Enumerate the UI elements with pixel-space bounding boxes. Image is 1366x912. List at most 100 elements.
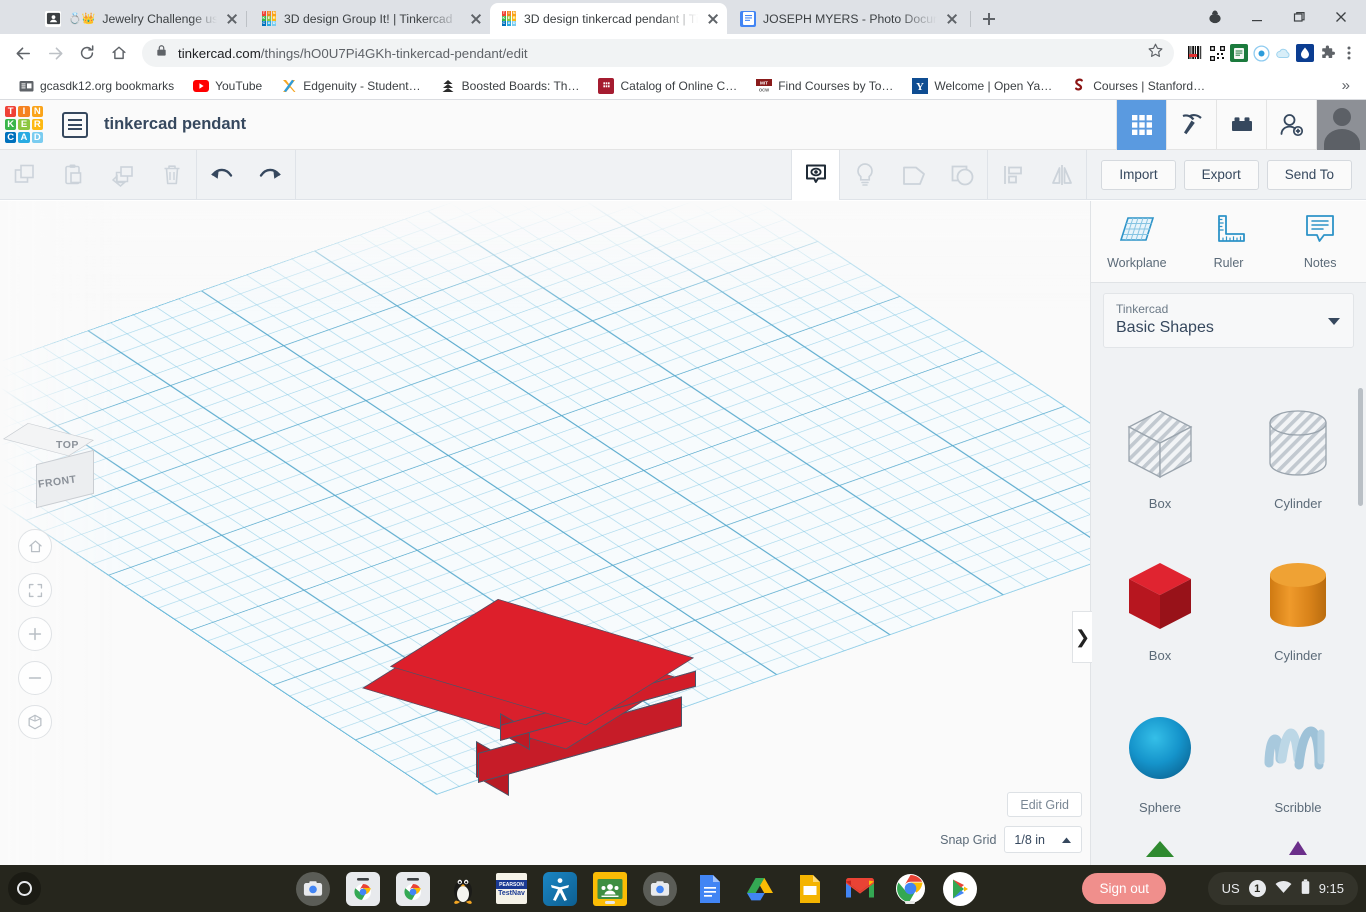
browser-tab-2-close-icon[interactable] [468,11,484,27]
bookmark-item[interactable]: MIT OCW Find Courses by To… [748,75,901,97]
chrome-app-shortcut-icon[interactable] [346,871,380,906]
zoom-out-icon[interactable] [18,661,52,695]
back-arrow-icon[interactable] [8,38,38,68]
puzzle-ext-icon[interactable] [1318,44,1336,62]
3d-viewport[interactable]: TOP FRONT Edit Grid Snap Grid 1/8 in [0,201,1090,865]
minimize-icon[interactable] [1236,0,1278,34]
pendant-object[interactable] [362,593,700,797]
home-icon[interactable] [104,38,134,68]
pearson-testnav-icon[interactable]: PEARSON TestNav [496,873,527,904]
group-icon[interactable] [889,150,938,200]
shape-item-scribble[interactable]: Scribble [1229,680,1366,832]
google-drive-icon[interactable] [743,872,777,906]
notes-tool[interactable]: Notes [1274,201,1366,282]
export-button[interactable]: Export [1183,159,1259,190]
snap-grid-select[interactable]: 1/8 in [1004,826,1082,853]
undo-icon[interactable] [197,150,246,200]
chrome-icon[interactable] [893,872,927,906]
shape-item-hole-cylinder[interactable]: Cylinder [1229,376,1366,528]
view-cube[interactable]: TOP FRONT [2,423,104,509]
home-view-icon[interactable] [18,529,52,563]
paste-icon[interactable] [49,150,98,200]
edit-grid-button[interactable]: Edit Grid [1007,792,1082,817]
bookmark-item[interactable]: Courses | Stanford… [1063,75,1213,97]
camera-2-icon[interactable] [643,871,677,906]
shape-item-roof-green[interactable] [1091,832,1229,862]
browser-tab-2[interactable]: TIN KER CAD 3D design Group It! | Tinker… [250,3,490,34]
chrome-app-shortcut-2-icon[interactable] [396,871,430,906]
duplicate-icon[interactable] [98,150,147,200]
sign-out-button[interactable]: Sign out [1082,873,1166,904]
bookmarks-overflow-button[interactable]: » [1336,77,1356,94]
lightbulb-icon[interactable] [840,150,889,200]
linux-penguin-icon[interactable] [446,872,480,906]
barcode-ext-icon[interactable] [1186,44,1204,62]
project-list-icon[interactable] [62,111,88,138]
browser-tab-3-close-icon[interactable] [705,11,721,27]
delete-icon[interactable] [147,150,196,200]
maximize-icon[interactable] [1278,0,1320,34]
shape-item-roof-purple[interactable] [1229,832,1366,862]
blue-diamond-ext-icon[interactable] [1296,44,1314,62]
shape-item-sphere[interactable]: Sphere [1091,680,1229,832]
add-person-icon[interactable] [1266,99,1316,150]
google-docs-icon[interactable] [693,872,727,906]
bookmark-item[interactable]: Edgenuity - Student… [273,75,428,97]
zoom-in-icon[interactable] [18,617,52,651]
avatar[interactable] [1316,99,1366,150]
camera-app-icon[interactable] [296,871,330,906]
lego-brick-icon[interactable] [1216,99,1266,150]
3d-design-grid-icon[interactable] [1116,99,1166,150]
bookmark-item[interactable]: YouTube [185,75,270,97]
mirror-icon[interactable] [1037,150,1086,200]
bookmark-star-icon[interactable] [1147,42,1164,64]
blue-circle-ext-icon[interactable] [1252,44,1270,62]
shape-item-hole-box[interactable]: Box [1091,376,1229,528]
address-bar[interactable]: tinkercad.com/things/hO0U7Pi4GKh-tinkerc… [142,39,1174,67]
shape-library-select[interactable]: Tinkercad Basic Shapes [1103,293,1354,348]
fit-to-view-icon[interactable] [18,573,52,607]
chrome-menu-icon[interactable] [1340,44,1358,62]
perspective-toggle-icon[interactable] [18,705,52,739]
browser-tab-3[interactable]: TIN KER CAD 3D design tinkercad pendant … [490,3,727,34]
qr-code-ext-icon[interactable] [1208,44,1226,62]
browser-tab-1-close-icon[interactable] [224,11,240,27]
close-icon[interactable] [1320,0,1362,34]
browser-tab-4[interactable]: JOSEPH MYERS - Photo Docume [729,3,966,34]
shape-item-solid-box[interactable]: Box [1091,528,1229,680]
reload-icon[interactable] [72,38,102,68]
cloud-ext-icon[interactable] [1274,44,1292,62]
import-button[interactable]: Import [1101,159,1176,190]
forward-arrow-icon[interactable] [40,38,70,68]
status-tray[interactable]: US 1 9:15 [1207,872,1358,905]
show-hide-eye-icon[interactable] [791,149,841,200]
panel-collapse-button[interactable]: ❯ [1072,611,1092,663]
tinkercad-logo[interactable]: T I N K E R C A D [0,101,48,149]
shape-item-solid-cylinder[interactable]: Cylinder [1229,528,1366,680]
bookmark-item[interactable]: Boosted Boards: Th… [432,75,588,97]
redo-icon[interactable] [246,150,295,200]
ungroup-icon[interactable] [938,150,987,200]
green-doc-ext-icon[interactable] [1230,44,1248,62]
shape-list[interactable]: Box Cylinder Box Cylinder Sphere Scribbl… [1091,376,1366,865]
launcher-icon[interactable] [8,872,41,905]
incognito-icon[interactable] [1194,0,1236,34]
bookmark-item[interactable]: gcasdk12.org bookmarks [10,75,182,97]
bookmark-item[interactable]: Y Welcome | Open Ya… [904,75,1060,97]
xtramath-icon[interactable] [543,871,577,906]
google-classroom-icon[interactable] [593,871,627,906]
design-title[interactable]: tinkercad pendant [104,115,246,134]
google-play-icon[interactable] [943,871,977,906]
minecraft-pickaxe-icon[interactable] [1166,99,1216,150]
align-icon[interactable] [988,150,1037,200]
send-to-button[interactable]: Send To [1266,159,1352,190]
workplane-tool[interactable]: Workplane [1091,201,1183,282]
new-tab-button[interactable] [976,6,1002,32]
gmail-icon[interactable] [843,872,877,906]
ruler-tool[interactable]: Ruler [1183,201,1275,282]
copy-icon[interactable] [0,150,49,200]
panel-scrollbar[interactable] [1358,388,1363,506]
browser-tab-1[interactable]: 💍👑 Jewelry Challenge using T [34,3,246,34]
bookmark-item[interactable]: Catalog of Online C… [590,75,745,97]
browser-tab-4-close-icon[interactable] [944,11,960,27]
